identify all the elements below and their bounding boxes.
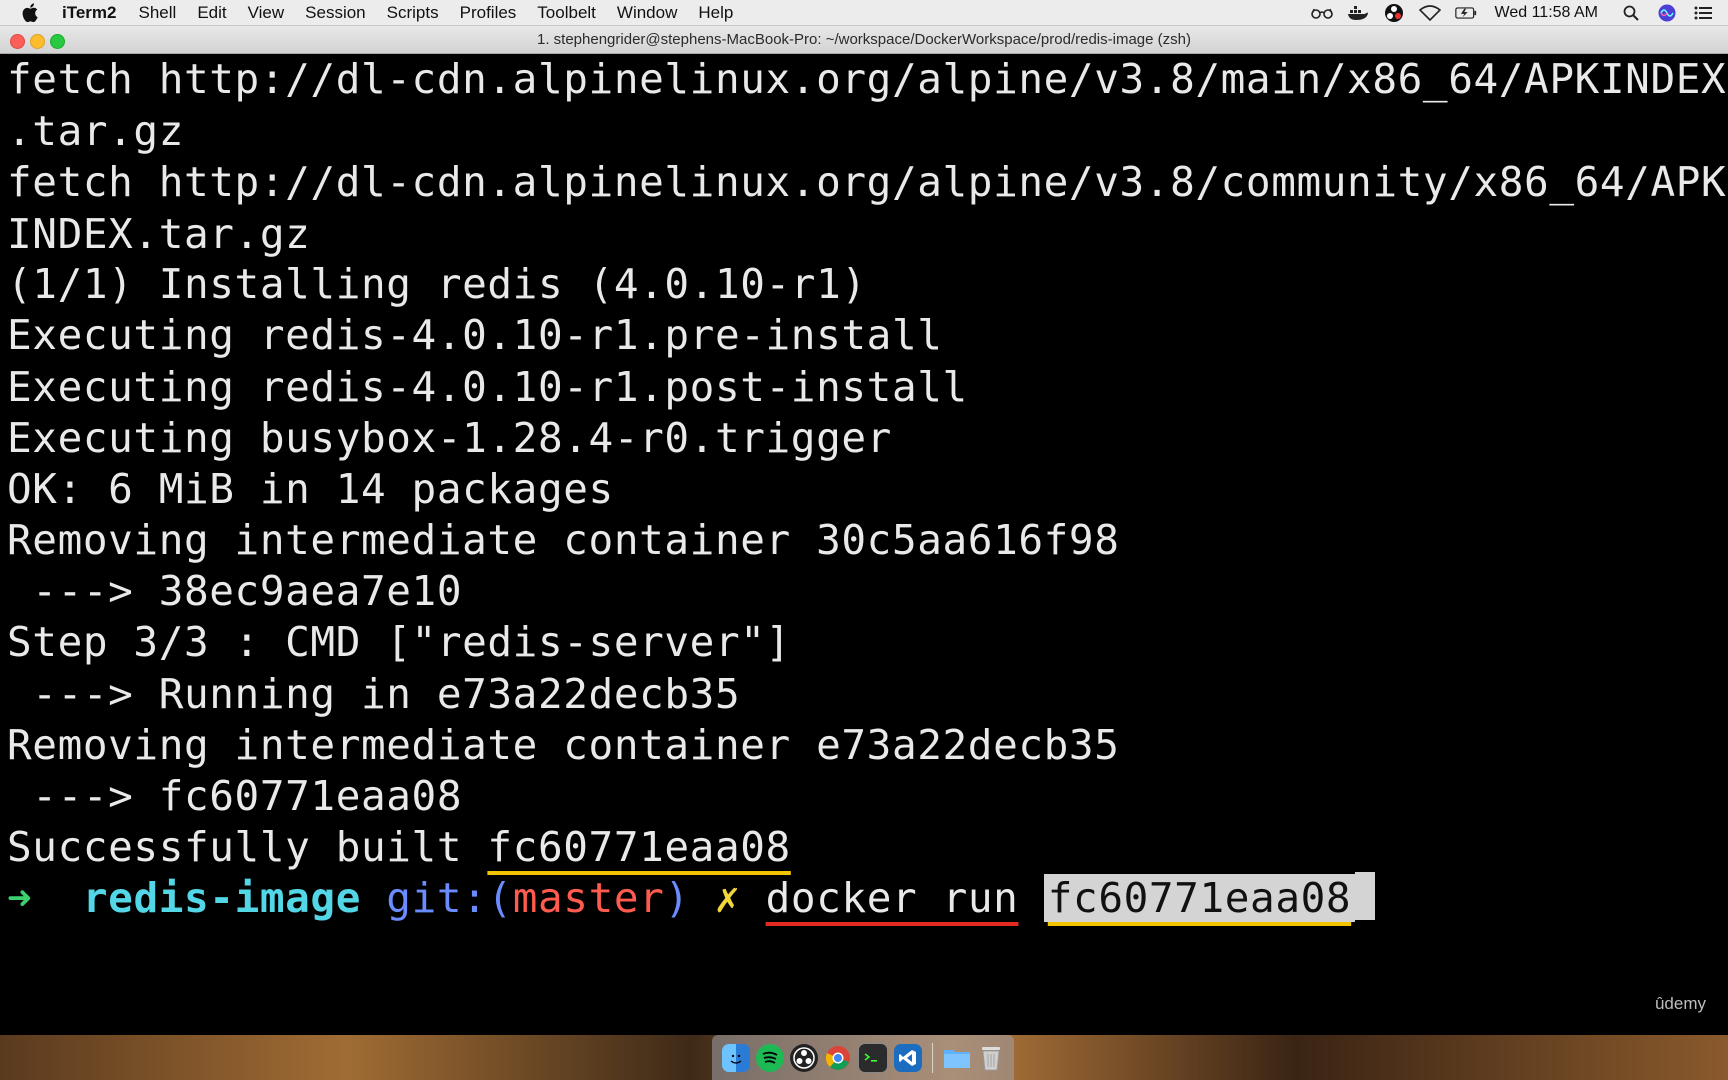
terminal-line: Executing busybox-1.28.4-r0.trigger: [7, 414, 892, 462]
finder-icon[interactable]: [721, 1043, 750, 1072]
status-area: Wed 11:58 AM: [1310, 0, 1714, 26]
notification-center-icon[interactable]: [1692, 3, 1714, 23]
dock-separator: [931, 1042, 933, 1073]
menu-window[interactable]: Window: [617, 3, 677, 23]
prompt-directory: redis-image: [82, 874, 361, 922]
trash-icon[interactable]: [977, 1044, 1005, 1072]
menu-scripts[interactable]: Scripts: [387, 3, 439, 23]
terminal-line: fetch http://dl-cdn.alpinelinux.org/alpi…: [7, 55, 1727, 103]
terminal-line: fetch http://dl-cdn.alpinelinux.org/alpi…: [7, 158, 1727, 206]
spotify-icon[interactable]: [755, 1043, 784, 1072]
menubar-clock[interactable]: Wed 11:58 AM: [1495, 4, 1598, 22]
terminal-line: Removing intermediate container 30c5aa61…: [7, 516, 1120, 564]
terminal-output[interactable]: fetch http://dl-cdn.alpinelinux.org/alpi…: [0, 54, 1728, 1035]
docker-icon[interactable]: [1347, 3, 1369, 23]
prompt-arrow-icon: ➜: [7, 874, 33, 922]
menu-profiles[interactable]: Profiles: [460, 3, 517, 23]
build-success-line: Successfully built fc60771eaa08: [7, 819, 791, 875]
terminal-line: ---> Running in e73a22decb35: [7, 670, 741, 718]
typed-command: docker run: [765, 874, 1019, 922]
obs-status-icon[interactable]: [1383, 3, 1405, 23]
selected-image-id[interactable]: fc60771eaa08: [1043, 874, 1356, 922]
terminal-line: ---> fc60771eaa08: [7, 772, 463, 820]
battery-icon[interactable]: [1454, 3, 1477, 23]
prompt-git-label: git:(: [386, 874, 513, 922]
terminal-line: ---> 38ec9aea7e10: [7, 567, 463, 615]
menu-help[interactable]: Help: [698, 3, 733, 23]
glasses-icon[interactable]: [1310, 3, 1333, 23]
menu-view[interactable]: View: [248, 3, 285, 23]
menu-edit[interactable]: Edit: [197, 3, 226, 23]
terminal-line: OK: 6 MiB in 14 packages: [7, 465, 614, 513]
terminal-line: (1/1) Installing redis (4.0.10-r1): [7, 260, 867, 308]
udemy-watermark: ûdemy: [1654, 994, 1706, 1013]
obs-icon[interactable]: [789, 1043, 818, 1072]
siri-icon[interactable]: [1656, 3, 1678, 23]
prompt-dirty-icon: ✗: [715, 874, 741, 922]
folder-icon[interactable]: [943, 1044, 971, 1072]
terminal-icon[interactable]: [857, 1042, 888, 1073]
dock: [712, 1035, 1014, 1080]
window-title: 1. stephengrider@stephens-MacBook-Pro: ~…: [537, 31, 1191, 48]
spotlight-search-icon[interactable]: [1620, 3, 1642, 23]
chrome-icon[interactable]: [824, 1044, 852, 1072]
menu-shell[interactable]: Shell: [139, 3, 177, 23]
terminal-line: Removing intermediate container e73a22de…: [7, 721, 1120, 769]
menu-toolbelt[interactable]: Toolbelt: [537, 3, 596, 23]
wifi-icon[interactable]: [1418, 3, 1441, 23]
window-title-bar[interactable]: 1. stephengrider@stephens-MacBook-Pro: ~…: [0, 26, 1728, 54]
menu-session[interactable]: Session: [305, 3, 365, 23]
shell-prompt-line: ➜ redis-image git:(master) ✗ docker run …: [7, 870, 1376, 926]
apple-menu-icon[interactable]: [22, 3, 44, 22]
terminal-line: Step 3/3 : CMD ["redis-server"]: [7, 618, 791, 666]
terminal-line: Executing redis-4.0.10-r1.pre-install: [7, 311, 943, 359]
menu-app-name[interactable]: iTerm2: [62, 3, 117, 23]
terminal-line: INDEX.tar.gz: [7, 210, 311, 258]
terminal-line: Executing redis-4.0.10-r1.post-install: [7, 363, 968, 411]
terminal-line: .tar.gz: [7, 107, 184, 155]
menu-bar: iTerm2 Shell Edit View Session Scripts P…: [0, 0, 1728, 26]
terminal-cursor: [1355, 872, 1376, 920]
built-image-id: fc60771eaa08: [487, 823, 791, 871]
vscode-icon[interactable]: [893, 1043, 922, 1072]
prompt-git-branch: master: [512, 874, 665, 922]
build-success-text: Successfully built: [7, 823, 488, 871]
prompt-git-close: ): [664, 874, 690, 922]
